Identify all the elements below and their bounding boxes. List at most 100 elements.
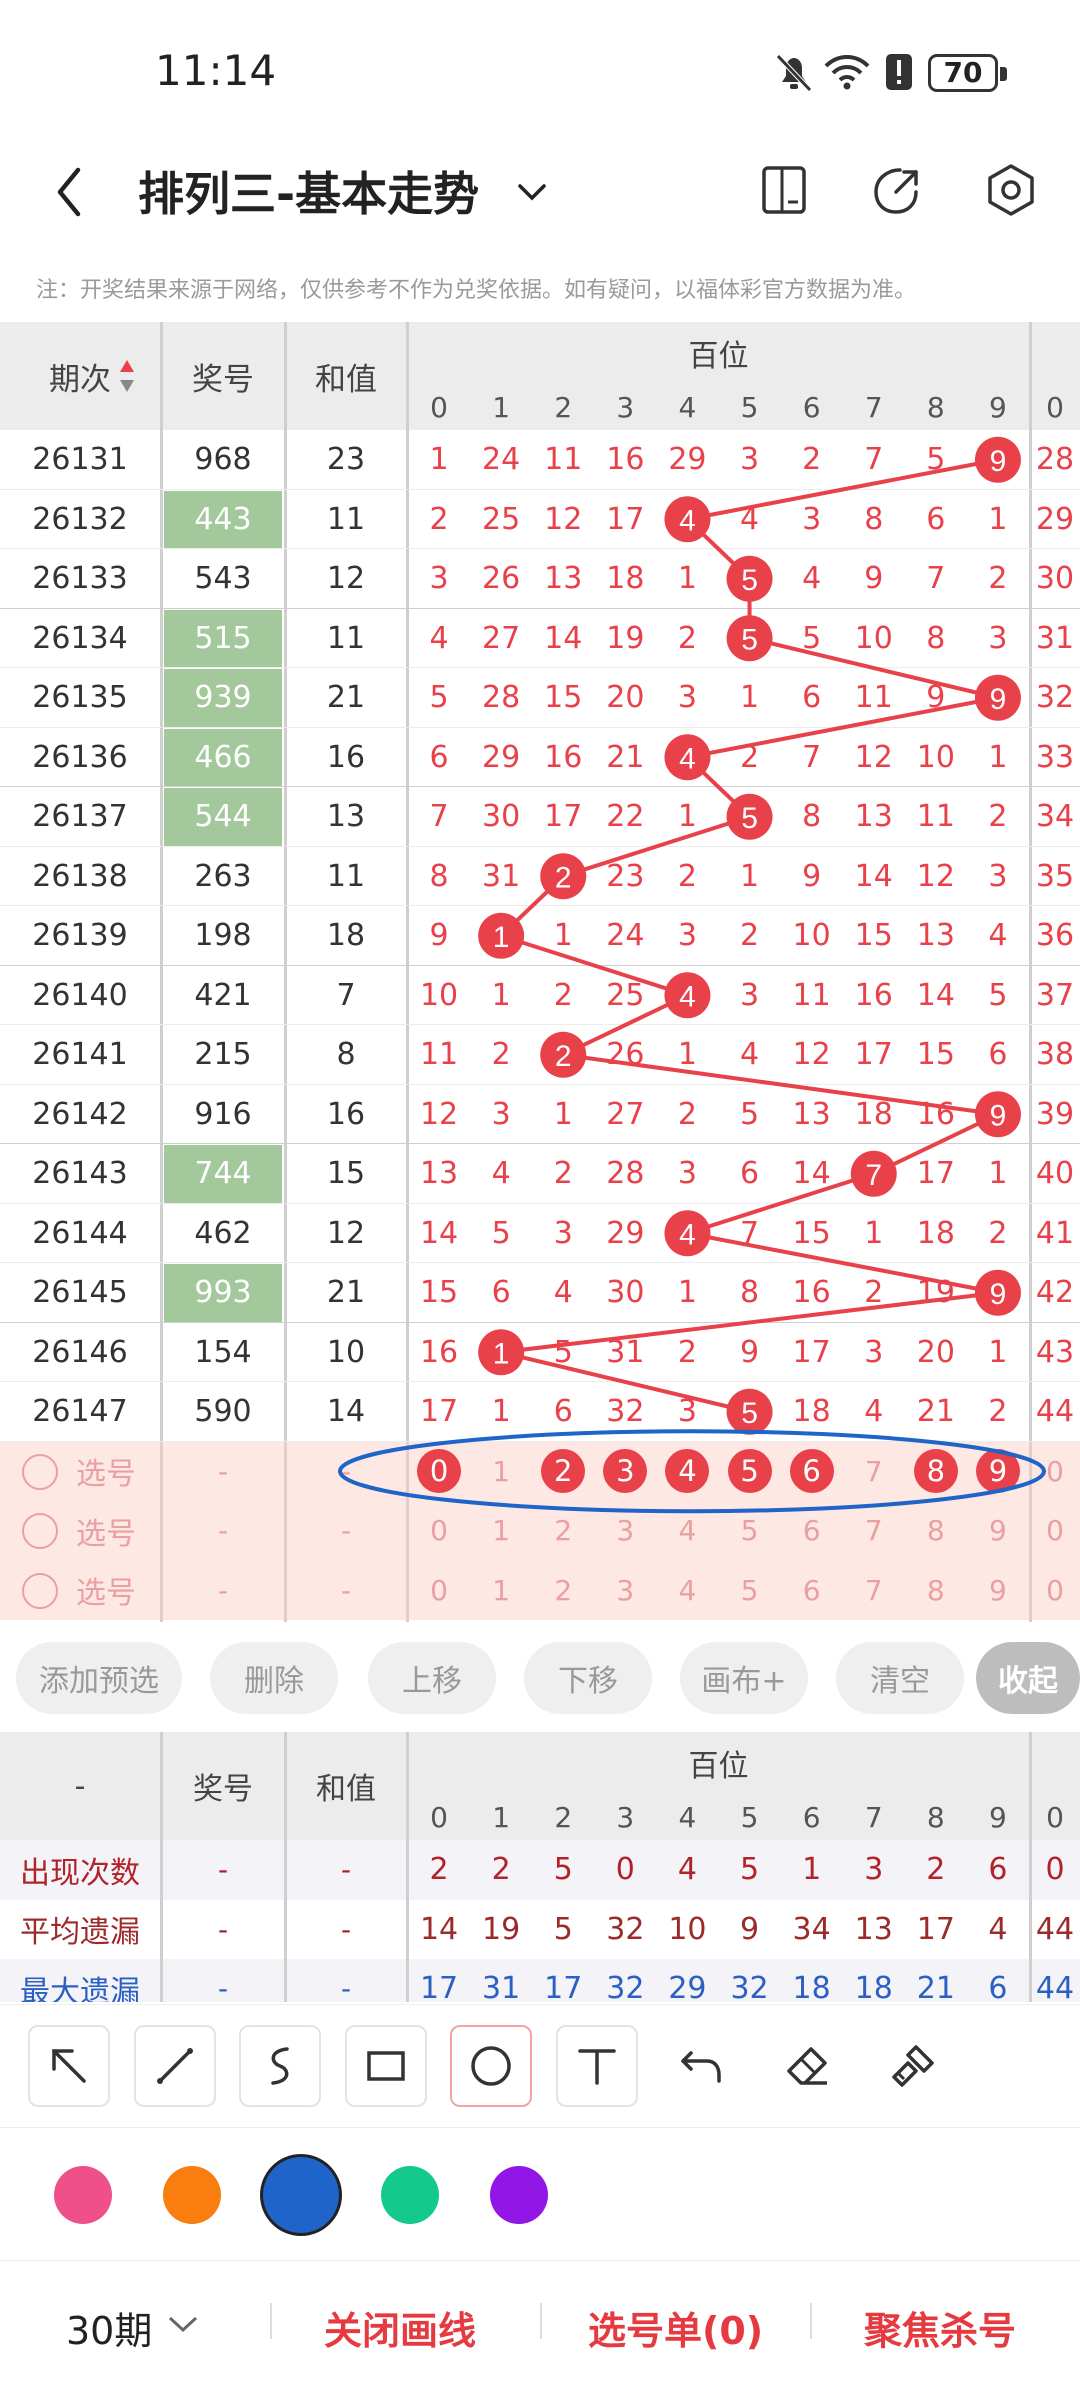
focus-kill-button[interactable]: 聚焦杀号	[864, 2300, 1016, 2355]
circle-tool-button[interactable]	[450, 2025, 532, 2107]
color-swatch[interactable]	[163, 2166, 221, 2224]
row-missing-value: 24	[606, 918, 645, 954]
row-extra-value: 38	[1035, 1037, 1075, 1073]
stats-value: 2	[429, 1852, 449, 1888]
color-swatch[interactable]	[381, 2166, 439, 2224]
select-digit: 7	[864, 1514, 883, 1548]
stats-value: 18	[854, 1971, 893, 2002]
action-button[interactable]: 删除	[210, 1642, 338, 1714]
stats-value: 6	[988, 1971, 1008, 2002]
row-award: 466	[164, 728, 282, 786]
undo-tool-button[interactable]	[661, 2025, 743, 2107]
action-button[interactable]: 清空	[836, 1642, 964, 1714]
row-award: 215	[194, 1037, 252, 1073]
select-sum: -	[340, 1573, 352, 1607]
row-issue: 26132	[32, 501, 128, 537]
row-missing-value: 6	[926, 501, 946, 537]
share-icon[interactable]	[870, 164, 922, 216]
row-missing-value: 2	[677, 620, 697, 656]
row-missing-value: 4	[553, 1275, 573, 1311]
text-icon[interactable]	[570, 2039, 624, 2093]
period-selector[interactable]: 30期	[66, 2300, 152, 2355]
select-digit: 9	[989, 1514, 1007, 1548]
rectangle-tool-button[interactable]	[344, 2025, 427, 2107]
close-lines-button[interactable]: 关闭画线	[324, 2300, 476, 2355]
header-digit-extra: 0	[1046, 390, 1064, 424]
select-radio[interactable]	[22, 1453, 58, 1490]
select-digit: 7	[864, 1454, 883, 1488]
select-radio[interactable]	[22, 1513, 58, 1549]
clear-brush-icon[interactable]	[886, 2039, 940, 2093]
back-icon[interactable]	[50, 164, 90, 220]
color-swatch[interactable]	[54, 2166, 112, 2224]
row-missing-value: 2	[677, 1334, 697, 1370]
row-award: 968	[194, 442, 252, 478]
color-swatch[interactable]	[263, 2157, 339, 2233]
row-missing-value: 1	[864, 1215, 884, 1251]
row-missing-value: 2	[740, 918, 760, 954]
select-award: -	[217, 1573, 229, 1607]
sort-icon[interactable]	[118, 358, 136, 394]
selected-ball-label: 4	[678, 1454, 697, 1489]
title-dropdown[interactable]	[514, 174, 550, 214]
alert-battery-icon	[886, 54, 912, 90]
row-missing-value: 9	[740, 1334, 760, 1370]
row-missing-value: 15	[854, 918, 893, 954]
device-layout-icon[interactable]	[760, 162, 808, 218]
collapse-button[interactable]: 收起	[976, 1642, 1080, 1714]
circle-icon[interactable]	[464, 2039, 518, 2093]
select-radio[interactable]	[22, 1572, 58, 1609]
line-icon[interactable]	[148, 2039, 202, 2093]
undo-icon[interactable]	[675, 2039, 729, 2093]
stats-value-extra: 44	[1035, 1971, 1075, 2002]
row-missing-value: 8	[740, 1275, 760, 1311]
row-sum: 21	[326, 1275, 366, 1311]
period-chevron-icon[interactable]	[166, 2312, 200, 2336]
chevron-down-icon[interactable]	[514, 174, 550, 210]
action-button[interactable]: 添加预选	[16, 1642, 182, 1714]
row-missing-value: 13	[792, 1096, 831, 1132]
eraser-icon[interactable]	[781, 2039, 835, 2093]
row-missing-value: 15	[419, 1275, 459, 1311]
arrow-icon[interactable]	[42, 2039, 96, 2093]
row-missing-value: 1	[677, 799, 697, 835]
row-missing-value: 12	[544, 501, 583, 537]
row-missing-value: 17	[606, 501, 645, 537]
action-button[interactable]: 画布+	[680, 1642, 808, 1714]
divider	[540, 2303, 542, 2339]
row-sum: 13	[326, 799, 366, 835]
text-tool-button[interactable]	[555, 2025, 638, 2107]
row-extra-value: 29	[1035, 501, 1075, 537]
row-missing-value: 11	[419, 1037, 459, 1073]
rectangle-icon[interactable]	[359, 2039, 413, 2093]
arrow-tool-button[interactable]	[28, 2025, 110, 2107]
stats-value: 10	[668, 1911, 707, 1947]
pick-list-button[interactable]: 选号单(0)	[588, 2300, 763, 2355]
selected-ball-label: 2	[554, 1454, 573, 1489]
divider	[810, 2303, 812, 2339]
row-missing-value: 16	[606, 442, 645, 478]
row-extra-value: 32	[1035, 680, 1075, 716]
curve-icon[interactable]	[253, 2039, 307, 2093]
clear-brush-tool-button[interactable]	[872, 2025, 954, 2107]
line-tool-button[interactable]	[133, 2025, 216, 2107]
select-digit: 0	[430, 1573, 448, 1607]
settings-icon[interactable]	[984, 162, 1038, 218]
select-award: -	[217, 1514, 229, 1548]
row-issue: 26146	[32, 1334, 128, 1370]
select-digit: 6	[802, 1514, 821, 1548]
eraser-tool-button[interactable]	[767, 2025, 849, 2107]
row-missing-value: 16	[854, 977, 893, 1013]
stats-value: 32	[606, 1971, 645, 2002]
row-missing-value: 1	[491, 1394, 511, 1430]
action-button[interactable]: 上移	[368, 1642, 496, 1714]
action-button[interactable]: 下移	[524, 1642, 652, 1714]
row-missing-value: 7	[926, 561, 946, 597]
color-swatch[interactable]	[490, 2166, 548, 2224]
row-issue: 26134	[32, 620, 128, 656]
row-missing-value: 2	[988, 561, 1008, 597]
row-missing-value: 2	[802, 442, 822, 478]
curve-tool-button[interactable]	[239, 2025, 321, 2107]
selected-ball-label: 6	[802, 1454, 821, 1489]
row-missing-value: 18	[792, 1394, 831, 1430]
